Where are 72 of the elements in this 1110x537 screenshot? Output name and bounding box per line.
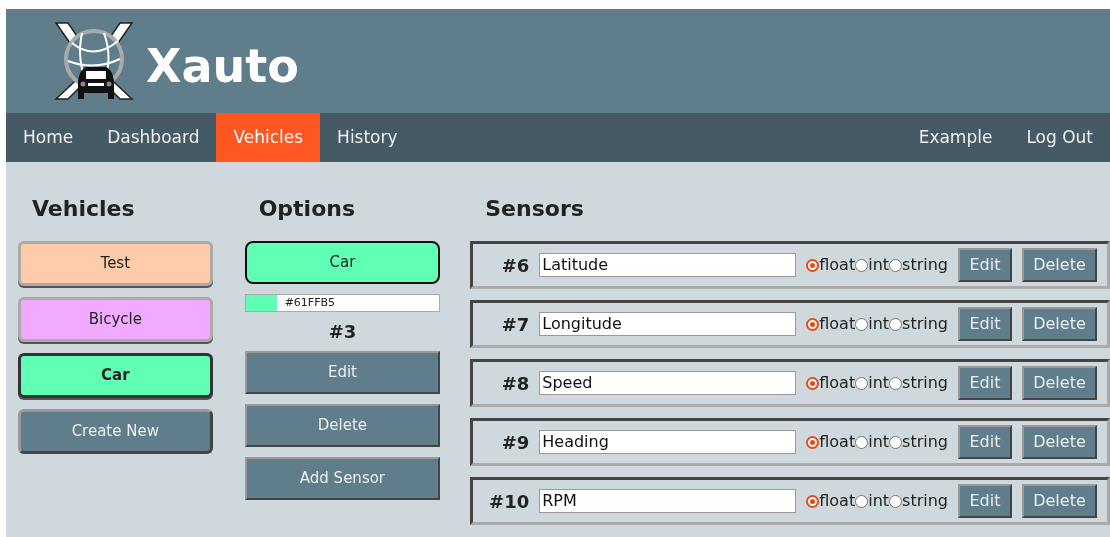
vehicle-item[interactable]: Bicycle [18, 297, 213, 342]
nav-tab[interactable]: Example [901, 113, 1010, 162]
nav-tab[interactable]: History [320, 113, 415, 162]
sensor-button[interactable]: Edit [958, 484, 1012, 518]
radio-button[interactable] [889, 494, 903, 508]
vehicle-name: Car [244, 241, 441, 284]
color-swatch [245, 295, 277, 311]
radio-label: string [902, 372, 948, 394]
option-button[interactable]: Add Sensor [244, 457, 441, 500]
radio-button[interactable] [855, 494, 869, 508]
create-new-button[interactable]: Create New [18, 409, 213, 454]
color-value: #61FFB5 [283, 295, 336, 311]
color-picker[interactable]: #61FFB5 [244, 294, 441, 312]
radio-label: float [819, 254, 856, 276]
radio-label: int [868, 313, 890, 335]
nav-tab[interactable]: Log Out [1009, 113, 1110, 162]
sensor-name-field[interactable]: Longitude [539, 312, 797, 336]
nav-tab[interactable]: Vehicles [216, 113, 321, 162]
radio-button[interactable] [855, 435, 869, 449]
section-title: Vehicles [32, 195, 136, 223]
sensor-button[interactable]: Delete [1022, 307, 1097, 341]
sensor-button[interactable]: Delete [1022, 425, 1097, 459]
radio-button[interactable] [855, 258, 869, 272]
sensor-number: #6 [500, 253, 530, 278]
sensor-name-field[interactable]: Latitude [539, 253, 797, 277]
radio-label: int [868, 431, 890, 453]
sensor-number: #10 [488, 489, 530, 514]
radio-button[interactable] [889, 317, 903, 331]
radio-label: float [819, 490, 856, 512]
option-button[interactable]: Delete [244, 404, 441, 447]
radio-label: string [902, 313, 948, 335]
radio-label: int [868, 372, 890, 394]
radio-button[interactable] [806, 435, 820, 449]
radio-button[interactable] [889, 258, 903, 272]
sensor-number: #8 [500, 371, 530, 396]
radio-label: float [819, 431, 856, 453]
radio-label: int [868, 254, 890, 276]
radio-button[interactable] [855, 317, 869, 331]
vehicle-item[interactable]: Car [18, 353, 213, 398]
sensor-number: #7 [500, 312, 530, 337]
sensor-number: #9 [500, 430, 530, 455]
sensor-button[interactable]: Edit [958, 307, 1012, 341]
brand-title: Xauto [146, 37, 299, 95]
radio-button[interactable] [889, 435, 903, 449]
sensor-button[interactable]: Edit [958, 366, 1012, 400]
radio-button[interactable] [806, 258, 820, 272]
sensor-name-field[interactable]: Speed [539, 371, 797, 395]
radio-label: string [902, 431, 948, 453]
section-title: Sensors [485, 195, 585, 223]
sensor-name-field[interactable]: RPM [539, 489, 797, 513]
radio-button[interactable] [889, 376, 903, 390]
radio-label: float [819, 313, 856, 335]
radio-label: string [902, 490, 948, 512]
radio-button[interactable] [806, 494, 820, 508]
option-button[interactable]: Edit [244, 351, 441, 394]
radio-button[interactable] [855, 376, 869, 390]
sensor-button[interactable]: Delete [1022, 248, 1097, 282]
nav-tab[interactable]: Home [6, 113, 91, 162]
radio-label: string [902, 254, 948, 276]
vehicle-number: #3 [327, 320, 358, 344]
sensor-button[interactable]: Edit [958, 248, 1012, 282]
radio-button[interactable] [806, 376, 820, 390]
radio-label: float [819, 372, 856, 394]
nav-tab[interactable]: Dashboard [90, 113, 217, 162]
radio-label: int [868, 490, 890, 512]
sensor-name-field[interactable]: Heading [539, 430, 797, 454]
sensor-button[interactable]: Delete [1022, 366, 1097, 400]
section-title: Options [258, 195, 356, 223]
sensor-button[interactable]: Delete [1022, 484, 1097, 518]
vehicle-item[interactable]: Test [18, 241, 213, 286]
radio-button[interactable] [806, 317, 820, 331]
sensor-button[interactable]: Edit [958, 425, 1012, 459]
